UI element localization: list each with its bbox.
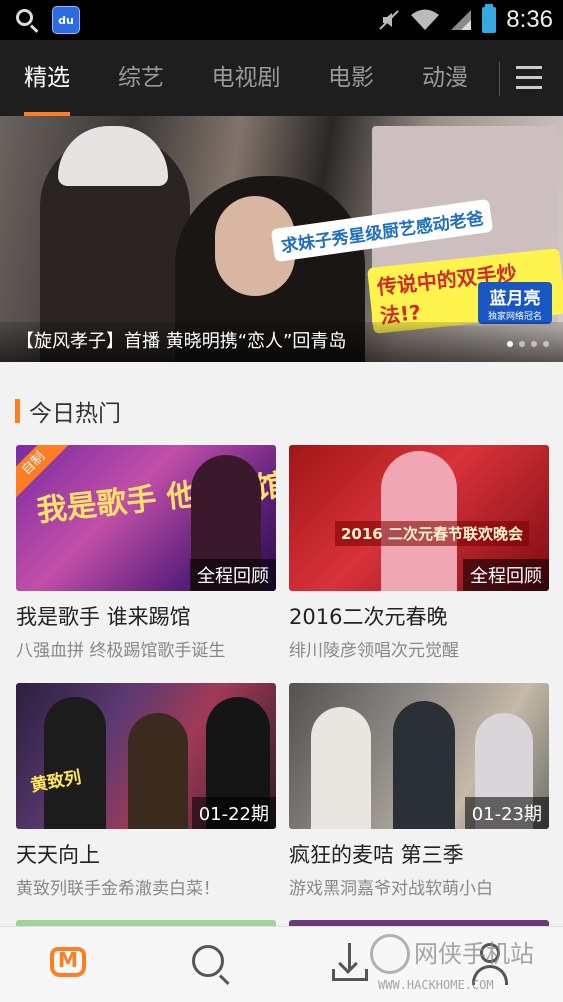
search-icon[interactable] — [188, 941, 234, 987]
sponsor-logo: 蓝月亮 独家网络冠名 — [478, 282, 552, 324]
tab-movies[interactable]: 电影 — [318, 40, 384, 116]
episode-badge: 01-22期 — [191, 797, 276, 829]
episode-badge: 全程回顾 — [463, 559, 549, 591]
player-image — [393, 701, 455, 829]
video-subtitle: 绯川陵彦领唱次元觉醒 — [289, 641, 459, 661]
carousel-dot — [543, 341, 549, 347]
tab-label: 电视剧 — [211, 65, 281, 91]
watermark-logo-icon — [370, 934, 410, 974]
nav-divider — [499, 62, 500, 96]
tab-tv-series[interactable]: 电视剧 — [206, 40, 286, 116]
video-thumbnail[interactable]: 我是歌手 他来踢馆 自制 全程回顾 — [16, 445, 276, 591]
clock: 8:36 — [506, 6, 553, 33]
episode-badge: 01-23期 — [464, 797, 549, 829]
watermark-name: 网侠手机站 — [414, 940, 534, 968]
video-subtitle: 八强血拼 终极踢馆歌手诞生 — [16, 641, 226, 661]
video-thumbnail[interactable]: 2016 二次元春节联欢晚会 全程回顾 — [289, 445, 549, 591]
video-thumbnail[interactable]: 01-23期 — [289, 683, 549, 829]
search-icon[interactable] — [14, 7, 40, 33]
poster-title-art: 2016 二次元春节联欢晚会 — [335, 521, 529, 546]
episode-badge: 全程回顾 — [190, 559, 276, 591]
sponsor-name: 蓝月亮 — [489, 289, 541, 309]
tab-label: 综艺 — [118, 65, 164, 91]
signal-icon — [451, 10, 472, 30]
banner-carousel[interactable]: 求妹子秀星级厨艺感动老爸 传说中的双手炒法!? 蓝月亮 独家网络冠名 【旋风孝子… — [0, 116, 563, 362]
banner-hat-image — [58, 126, 168, 186]
home-logo-icon[interactable] — [47, 941, 93, 987]
battery-icon — [482, 4, 497, 33]
video-title[interactable]: 我是歌手 谁来踢馆 — [16, 601, 276, 631]
host-image — [128, 713, 188, 829]
video-title[interactable]: 2016二次元春晚 — [289, 601, 549, 631]
watermark-url: WWW.HACKHOME.COM — [378, 978, 494, 992]
section-title: 今日热门 — [29, 401, 121, 427]
baidu-app-icon[interactable]: du — [52, 6, 80, 34]
video-subtitle: 游戏黑洞嘉爷对战软萌小白 — [289, 879, 493, 899]
tab-label: 电影 — [328, 65, 374, 91]
tab-label: 精选 — [24, 65, 70, 91]
video-card[interactable]: 黄致列 01-22期 天天向上 黄致列联手金希澈卖白菜！ — [16, 683, 276, 899]
wifi-icon — [411, 9, 440, 30]
video-card[interactable]: 01-23期 疯狂的麦咭 第三季 游戏黑洞嘉爷对战软萌小白 — [289, 683, 549, 899]
carousel-indicator — [507, 341, 549, 347]
tab-anime[interactable]: 动漫 — [412, 40, 478, 116]
video-subtitle: 黄致列联手金希澈卖白菜！ — [16, 879, 220, 899]
section-accent-bar — [15, 399, 20, 423]
tab-featured[interactable]: 精选 — [14, 40, 80, 116]
sponsor-tagline: 独家网络冠名 — [487, 312, 542, 322]
mute-icon — [379, 10, 399, 30]
section-header: 今日热门 — [15, 396, 121, 427]
video-card[interactable]: 2016 二次元春节联欢晚会 全程回顾 2016二次元春晚 绯川陵彦领唱次元觉醒 — [289, 445, 549, 661]
tab-variety[interactable]: 综艺 — [108, 40, 174, 116]
video-thumbnail[interactable]: 黄致列 01-22期 — [16, 683, 276, 829]
video-title[interactable]: 天天向上 — [16, 839, 276, 869]
watermark: 网侠手机站 WWW.HACKHOME.COM — [368, 930, 558, 996]
video-card[interactable]: 我是歌手 他来踢馆 自制 全程回顾 我是歌手 谁来踢馆 八强血拼 终极踢馆歌手诞… — [16, 445, 276, 661]
hamburger-menu-icon[interactable] — [516, 66, 542, 90]
top-nav: 精选 综艺 电视剧 电影 动漫 — [0, 40, 563, 116]
video-title[interactable]: 疯狂的麦咭 第三季 — [289, 839, 549, 869]
status-bar: du 8:36 — [0, 0, 563, 40]
player-image — [311, 707, 371, 829]
carousel-dot — [507, 341, 513, 347]
carousel-dot — [519, 341, 525, 347]
tab-label: 动漫 — [422, 65, 468, 91]
banner-caption: 【旋风孝子】首播 黄晓明携“恋人”回青岛 — [16, 331, 347, 352]
carousel-dot — [531, 341, 537, 347]
